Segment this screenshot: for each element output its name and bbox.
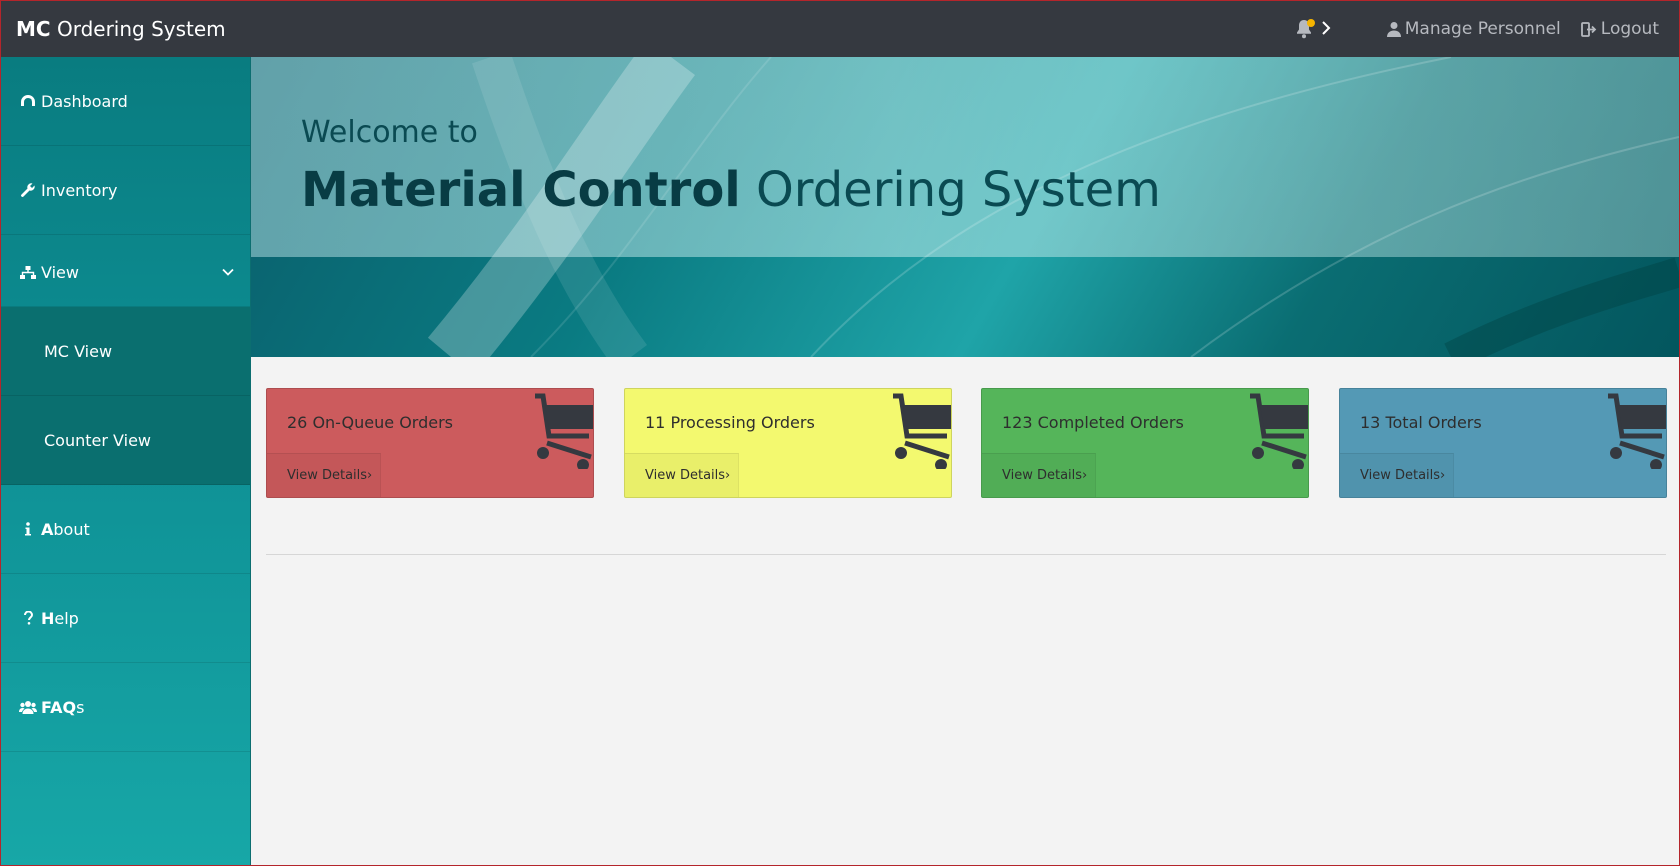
chevron-down-icon bbox=[222, 261, 234, 280]
total-orders-card: 13 Total Orders View Details› bbox=[1339, 388, 1667, 498]
sidebar-item-about[interactable]: About bbox=[1, 485, 250, 574]
sidebar-item-label: Dashboard bbox=[41, 91, 128, 111]
completed-orders-card: 123 Completed Orders View Details› bbox=[981, 388, 1309, 498]
users-icon bbox=[19, 700, 37, 714]
view-details-link[interactable]: View Details› bbox=[625, 453, 739, 497]
sidebar-item-label: Inventory bbox=[41, 180, 118, 200]
title-bold: Material Control bbox=[301, 162, 741, 218]
shopping-cart-icon bbox=[535, 393, 593, 469]
processing-orders-card: 11 Processing Orders View Details› bbox=[624, 388, 952, 498]
sidebar-item-view[interactable]: View bbox=[1, 235, 250, 307]
sidebar-item-dashboard[interactable]: Dashboard bbox=[1, 57, 250, 146]
sidebar-item-mc-view[interactable]: MC View bbox=[1, 307, 250, 396]
view-details-link[interactable]: View Details› bbox=[1340, 453, 1454, 497]
sidebar-item-label: MC View bbox=[44, 341, 113, 361]
label-bold: A bbox=[41, 519, 54, 539]
brand-text: Ordering System bbox=[50, 17, 226, 41]
brand-bold-text: MC bbox=[16, 17, 51, 41]
welcome-banner: Welcome to Material Control Ordering Sys… bbox=[251, 57, 1679, 357]
label-rest: bout bbox=[53, 519, 90, 539]
sidebar-item-label: FAQs bbox=[41, 698, 84, 717]
notification-bell-icon[interactable] bbox=[1295, 19, 1315, 39]
sidebar-item-label: Help bbox=[41, 609, 79, 628]
question-icon bbox=[19, 611, 37, 625]
notification-dot bbox=[1306, 19, 1315, 27]
shopping-cart-icon bbox=[1250, 393, 1308, 469]
top-navbar: MC Ordering System Manage Personnel Logo… bbox=[1, 1, 1679, 57]
wrench-icon bbox=[19, 182, 37, 198]
logout-link[interactable]: Logout bbox=[1580, 19, 1659, 39]
card-label: 11 Processing Orders bbox=[645, 413, 815, 432]
shopping-cart-icon bbox=[893, 393, 951, 469]
welcome-text: Welcome to bbox=[301, 115, 478, 150]
sidebar-item-label: View bbox=[41, 263, 79, 282]
sidebar-item-help[interactable]: Help bbox=[1, 574, 250, 663]
sidebar: Dashboard Inventory View MC View Counter… bbox=[1, 57, 251, 865]
sidebar-item-label: Counter View bbox=[44, 430, 151, 450]
page-title: Material Control Ordering System bbox=[301, 162, 1161, 218]
card-label: 26 On-Queue Orders bbox=[287, 413, 453, 432]
info-icon bbox=[19, 522, 37, 536]
brand-logo[interactable]: MC Ordering System bbox=[16, 17, 226, 41]
logout-label: Logout bbox=[1600, 19, 1659, 39]
label-rest: elp bbox=[54, 608, 79, 628]
label-bold: FAQ bbox=[41, 697, 77, 717]
sidebar-item-faqs[interactable]: FAQs bbox=[1, 663, 250, 752]
view-details-link[interactable]: View Details› bbox=[982, 453, 1096, 497]
dashboard-icon bbox=[19, 94, 37, 108]
chevron-right-icon[interactable] bbox=[1321, 20, 1331, 39]
card-label: 13 Total Orders bbox=[1360, 413, 1482, 432]
view-details-link[interactable]: View Details› bbox=[267, 453, 381, 497]
sidebar-item-label: About bbox=[41, 520, 90, 539]
on-queue-orders-card: 26 On-Queue Orders View Details› bbox=[266, 388, 594, 498]
label-rest: s bbox=[76, 697, 85, 717]
user-icon bbox=[1386, 22, 1401, 37]
title-rest: Ordering System bbox=[740, 162, 1161, 218]
manage-personnel-label: Manage Personnel bbox=[1404, 19, 1561, 39]
manage-personnel-link[interactable]: Manage Personnel bbox=[1386, 19, 1561, 39]
sidebar-item-inventory[interactable]: Inventory bbox=[1, 146, 250, 235]
content-divider bbox=[266, 554, 1666, 555]
sidebar-item-counter-view[interactable]: Counter View bbox=[1, 396, 250, 485]
shopping-cart-icon bbox=[1608, 393, 1666, 469]
sitemap-icon bbox=[19, 265, 37, 280]
label-bold: H bbox=[41, 608, 55, 628]
sign-out-icon bbox=[1580, 21, 1597, 37]
card-label: 123 Completed Orders bbox=[1002, 413, 1184, 432]
